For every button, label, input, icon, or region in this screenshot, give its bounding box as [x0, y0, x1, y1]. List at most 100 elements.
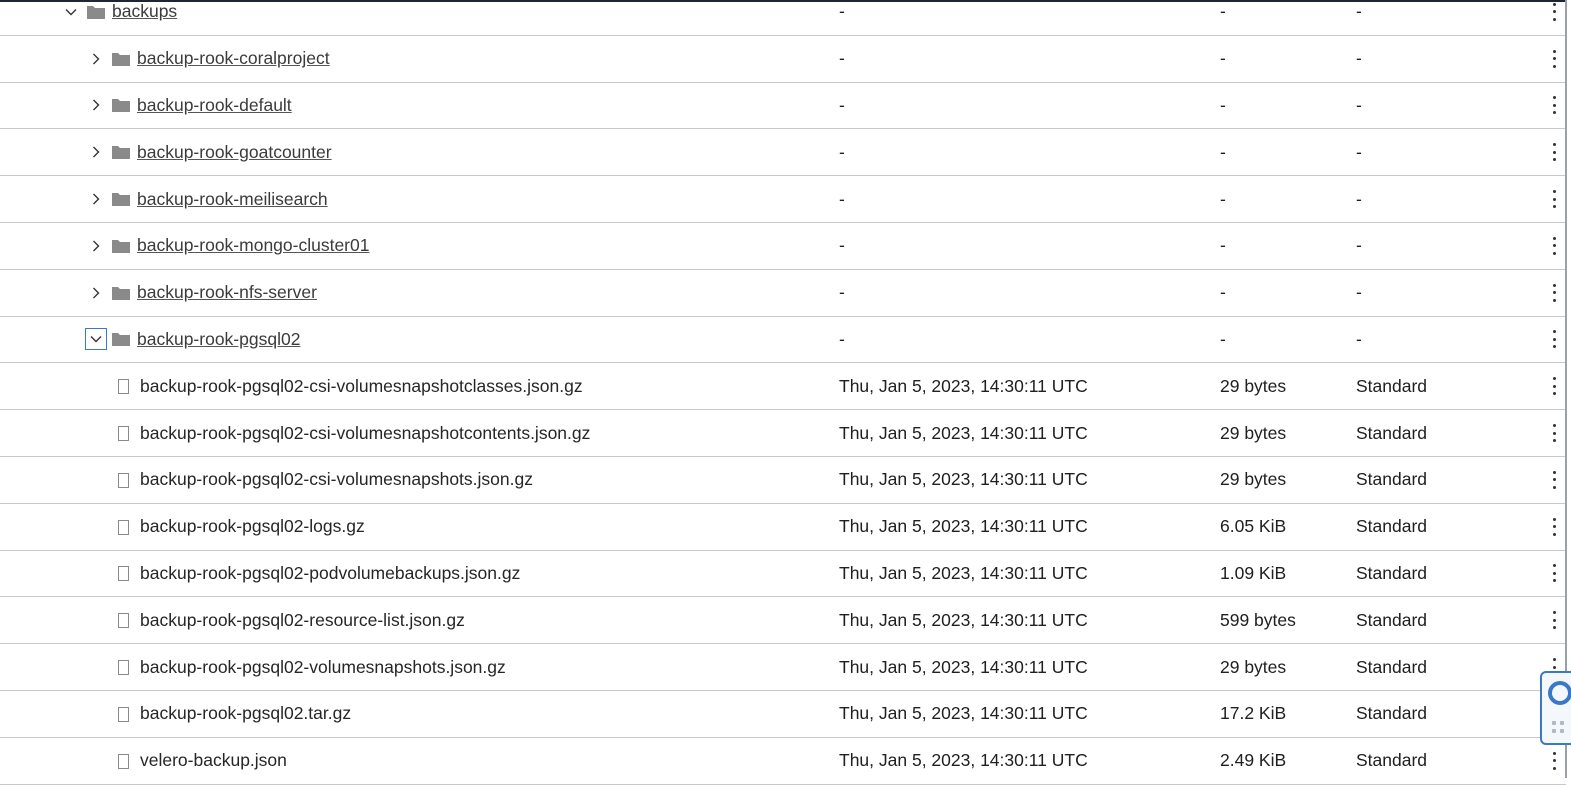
folder-name-link[interactable]: backup-rook-mongo-cluster01 — [137, 235, 369, 256]
more-vert-icon[interactable] — [1546, 611, 1562, 630]
file-row[interactable]: backup-rook-pgsql02-volumesnapshots.json… — [0, 644, 1566, 691]
name-cell: backups — [112, 0, 177, 35]
folder-row[interactable]: backups - - - — [0, 0, 1566, 36]
name-cell: backup-rook-pgsql02-logs.gz — [140, 504, 365, 550]
chevron-down-icon[interactable] — [85, 328, 107, 351]
chevron-right-icon[interactable] — [85, 282, 107, 304]
chevron-right-icon[interactable] — [85, 141, 107, 163]
file-row[interactable]: backup-rook-pgsql02-csi-volumesnapshots.… — [0, 457, 1566, 504]
chevron-right-icon[interactable] — [85, 94, 107, 116]
more-vert-icon[interactable] — [1546, 751, 1562, 770]
storage-class-cell: - — [1356, 48, 1362, 69]
folder-row[interactable]: backup-rook-meilisearch - - - — [0, 176, 1566, 223]
more-vert-icon[interactable] — [1546, 470, 1562, 489]
more-vert-icon[interactable] — [1546, 283, 1562, 302]
file-name: backup-rook-pgsql02-resource-list.json.g… — [140, 609, 465, 630]
folder-name-link[interactable]: backup-rook-meilisearch — [137, 189, 328, 210]
file-name: backup-rook-pgsql02-csi-volumesnapshots.… — [140, 469, 533, 490]
help-widget[interactable] — [1540, 671, 1571, 745]
file-icon — [118, 706, 129, 722]
more-vert-icon[interactable] — [1546, 424, 1562, 443]
size-cell: 2.49 KiB — [1220, 750, 1287, 771]
folder-name-link[interactable]: backups — [112, 1, 177, 22]
file-row[interactable]: backup-rook-pgsql02-podvolumebackups.jso… — [0, 551, 1566, 598]
size-cell: - — [1220, 94, 1226, 115]
folder-row[interactable]: backup-rook-goatcounter - - - — [0, 129, 1566, 177]
folder-name-link[interactable]: backup-rook-coralproject — [137, 48, 330, 69]
name-cell: backup-rook-meilisearch — [137, 176, 328, 222]
lifebuoy-icon[interactable] — [1548, 681, 1571, 705]
file-row[interactable]: backup-rook-pgsql02-logs.gz Thu, Jan 5, 2… — [0, 504, 1566, 551]
file-name: backup-rook-pgsql02-podvolumebackups.jso… — [140, 562, 521, 583]
name-cell: backup-rook-pgsql02-volumesnapshots.json… — [140, 644, 506, 690]
folder-icon — [111, 143, 131, 161]
size-cell: - — [1220, 235, 1226, 256]
chevron-right-icon[interactable] — [85, 48, 107, 70]
more-vert-icon[interactable] — [1546, 2, 1562, 21]
file-icon — [118, 566, 129, 582]
size-cell: 29 bytes — [1220, 469, 1287, 490]
chevron-down-icon[interactable] — [60, 1, 82, 23]
last-modified-cell: - — [839, 48, 845, 69]
storage-class-cell: Standard — [1356, 422, 1428, 443]
folder-row[interactable]: backup-rook-pgsql02 - - - — [0, 317, 1566, 364]
storage-class-cell: Standard — [1356, 375, 1428, 396]
more-vert-icon[interactable] — [1546, 190, 1562, 209]
folder-icon — [111, 50, 131, 68]
size-cell: - — [1220, 1, 1226, 22]
size-cell: - — [1220, 141, 1226, 162]
more-vert-icon[interactable] — [1546, 564, 1562, 583]
last-modified-cell: - — [839, 1, 845, 22]
more-vert-icon[interactable] — [1546, 96, 1562, 115]
folder-row[interactable]: backup-rook-mongo-cluster01 - - - — [0, 223, 1566, 270]
folder-icon — [111, 237, 131, 255]
last-modified-cell: - — [839, 188, 845, 209]
chevron-right-icon[interactable] — [85, 235, 107, 257]
file-icon — [118, 519, 129, 535]
last-modified-cell: Thu, Jan 5, 2023, 14:30:11 UTC — [839, 609, 1088, 630]
folder-row[interactable]: backup-rook-coralproject - - - — [0, 36, 1566, 83]
folder-icon — [86, 3, 106, 21]
size-cell: 29 bytes — [1220, 422, 1287, 443]
last-modified-cell: - — [839, 94, 845, 115]
file-name: backup-rook-pgsql02.tar.gz — [140, 703, 352, 724]
file-name: backup-rook-pgsql02-csi-volumesnapshotco… — [140, 422, 591, 443]
file-row[interactable]: backup-rook-pgsql02-csi-volumesnapshotco… — [0, 410, 1566, 457]
folder-row[interactable]: backup-rook-default - - - — [0, 83, 1566, 130]
folder-icon — [111, 96, 131, 114]
more-vert-icon[interactable] — [1546, 377, 1562, 396]
storage-class-cell: Standard — [1356, 516, 1428, 537]
file-row[interactable]: backup-rook-pgsql02-resource-list.json.g… — [0, 597, 1566, 645]
name-cell: backup-rook-mongo-cluster01 — [137, 223, 369, 269]
more-vert-icon[interactable] — [1546, 330, 1562, 349]
folder-name-link[interactable]: backup-rook-pgsql02 — [137, 329, 300, 350]
size-cell: 29 bytes — [1220, 656, 1287, 677]
folder-name-link[interactable]: backup-rook-default — [137, 95, 292, 116]
storage-class-cell: - — [1356, 188, 1362, 209]
drag-handle-icon[interactable] — [1552, 721, 1568, 737]
storage-class-cell: - — [1356, 1, 1362, 22]
name-cell: backup-rook-pgsql02.tar.gz — [140, 691, 351, 737]
size-cell: - — [1220, 188, 1226, 209]
folder-name-link[interactable]: backup-rook-nfs-server — [137, 282, 317, 303]
storage-class-cell: Standard — [1356, 656, 1428, 677]
more-vert-icon[interactable] — [1546, 143, 1562, 162]
file-row[interactable]: backup-rook-pgsql02-csi-volumesnapshotcl… — [0, 363, 1566, 411]
folder-icon — [111, 330, 131, 348]
storage-class-cell: - — [1356, 94, 1362, 115]
file-row[interactable]: backup-rook-pgsql02.tar.gz Thu, Jan 5, 20… — [0, 691, 1566, 738]
folder-row[interactable]: backup-rook-nfs-server - - - — [0, 270, 1566, 317]
last-modified-cell: Thu, Jan 5, 2023, 14:30:11 UTC — [839, 562, 1088, 583]
last-modified-cell: - — [839, 235, 845, 256]
folder-name-link[interactable]: backup-rook-goatcounter — [137, 142, 332, 163]
name-cell: velero-backup.json — [140, 738, 287, 784]
more-vert-icon[interactable] — [1546, 49, 1562, 68]
storage-class-cell: Standard — [1356, 703, 1428, 724]
more-vert-icon[interactable] — [1546, 236, 1562, 255]
last-modified-cell: - — [839, 282, 845, 303]
scrollbar-edge[interactable] — [1565, 0, 1567, 778]
chevron-right-icon[interactable] — [85, 188, 107, 210]
more-vert-icon[interactable] — [1546, 517, 1562, 536]
storage-class-cell: Standard — [1356, 469, 1428, 490]
storage-class-cell: - — [1356, 282, 1362, 303]
